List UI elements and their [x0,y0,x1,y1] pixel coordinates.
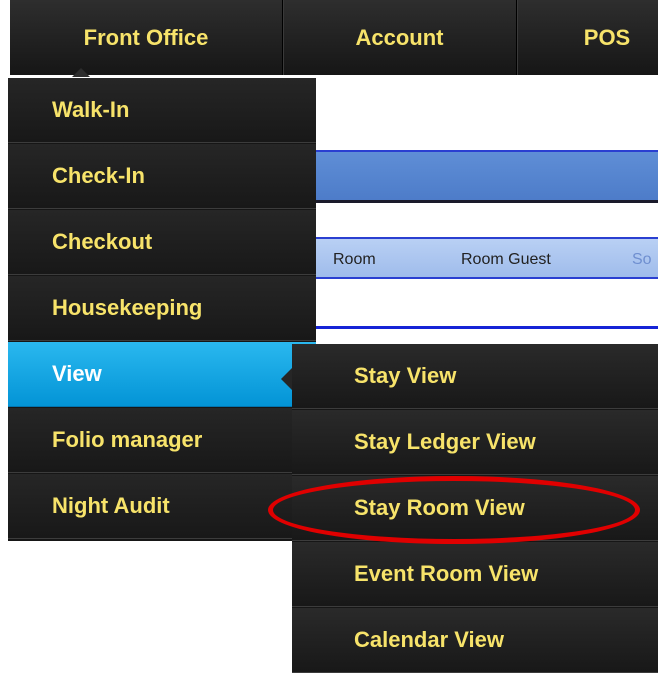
menu-item-label: Walk-In [52,97,130,122]
nav-pos[interactable]: POS [517,0,658,75]
front-office-menu: Walk-In Check-In Checkout Housekeeping V… [8,78,316,541]
nav-front-office-label: Front Office [83,24,209,50]
submenu-item-label: Stay View [354,363,457,388]
menu-item-housekeeping[interactable]: Housekeeping [8,276,316,341]
page-title-bar [315,150,658,203]
menu-item-folio-manager[interactable]: Folio manager [8,408,316,473]
submenu-item-label: Event Room View [354,561,539,586]
submenu-item-stay-room-view[interactable]: Stay Room View [292,476,658,541]
view-submenu: Stay View Stay Ledger View Stay Room Vie… [292,344,658,673]
top-navigation-bar: Front Office Account POS [10,0,658,75]
submenu-pointer-icon [281,368,292,390]
nav-account[interactable]: Account [283,0,516,75]
menu-item-walk-in[interactable]: Walk-In [8,78,316,143]
menu-item-label: View [52,361,102,386]
menu-item-label: Check-In [52,163,145,188]
submenu-item-stay-ledger-view[interactable]: Stay Ledger View [292,410,658,475]
nav-account-label: Account [355,24,444,50]
nav-front-office[interactable]: Front Office [10,0,282,75]
menu-item-label: Checkout [52,229,153,254]
table-header: Room Room Guest So [315,237,658,279]
nav-pos-label: POS [583,24,631,50]
menu-item-night-audit[interactable]: Night Audit [8,474,316,539]
menu-item-label: Night Audit [52,493,170,518]
column-header-room[interactable]: Room [333,251,376,269]
submenu-item-stay-view[interactable]: Stay View [292,344,658,409]
submenu-item-label: Stay Ledger View [354,429,536,454]
submenu-item-event-room-view[interactable]: Event Room View [292,542,658,607]
menu-item-check-in[interactable]: Check-In [8,144,316,209]
menu-item-view[interactable]: View [8,342,316,407]
submenu-item-calendar-view[interactable]: Calendar View [292,608,658,673]
column-header-so[interactable]: So [632,251,652,269]
column-header-room-guest[interactable]: Room Guest [461,251,551,269]
submenu-item-label: Calendar View [354,627,504,652]
menu-item-label: Housekeeping [52,295,203,320]
menu-item-checkout[interactable]: Checkout [8,210,316,275]
table-divider [315,326,658,329]
dropdown-pointer-icon [72,68,90,77]
submenu-item-label: Stay Room View [354,495,525,520]
menu-item-label: Folio manager [52,427,203,452]
